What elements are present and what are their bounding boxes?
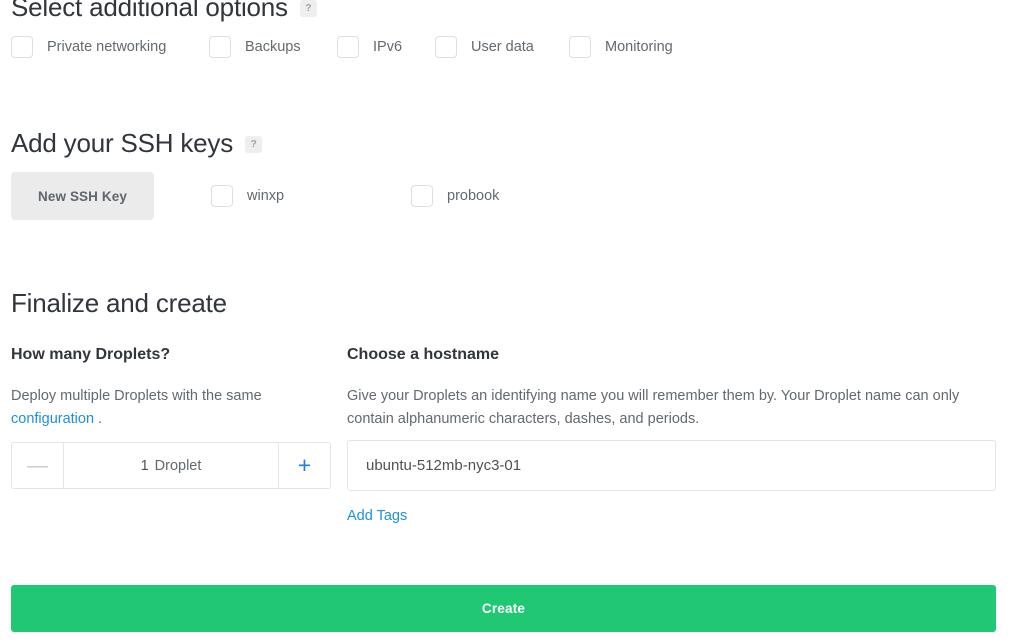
ssh-key-label: probook (447, 188, 499, 204)
help-icon[interactable]: ? (300, 0, 317, 17)
option-monitoring[interactable]: Monitoring (569, 36, 673, 58)
finalize-section-heading: Finalize and create (11, 288, 227, 318)
droplet-count-title: How many Droplets? (11, 345, 331, 365)
hostname-input[interactable] (347, 440, 996, 491)
option-label: Monitoring (605, 39, 673, 55)
option-label: Private networking (47, 39, 166, 55)
new-ssh-key-button[interactable]: New SSH Key (11, 172, 154, 220)
add-tags-link[interactable]: Add Tags (347, 508, 407, 524)
hostname-column: Choose a hostname Give your Droplets an … (347, 345, 997, 431)
options-section-heading: Select additional options ? (11, 0, 317, 22)
checkbox-icon[interactable] (569, 36, 591, 58)
droplet-count-value: 1 (141, 458, 149, 474)
droplet-count-column: How many Droplets? Deploy multiple Dropl… (11, 345, 331, 431)
droplet-create-page: Select additional options ? Private netw… (0, 0, 1010, 643)
option-backups[interactable]: Backups (209, 36, 301, 58)
checkbox-icon[interactable] (435, 36, 457, 58)
checkbox-icon[interactable] (211, 185, 233, 207)
ssh-key-probook[interactable]: probook (411, 185, 499, 207)
checkbox-icon[interactable] (11, 36, 33, 58)
droplet-count-unit: Droplet (155, 458, 202, 474)
droplet-count-display: 1 Droplet (64, 443, 278, 488)
ssh-key-label: winxp (247, 188, 284, 204)
option-label: Backups (245, 39, 301, 55)
option-label: User data (471, 39, 534, 55)
droplet-desc-prefix: Deploy multiple Droplets with the same (11, 388, 262, 404)
checkbox-icon[interactable] (337, 36, 359, 58)
create-button[interactable]: Create (11, 585, 996, 632)
checkbox-icon[interactable] (209, 36, 231, 58)
finalize-heading-text: Finalize and create (11, 288, 227, 318)
option-user-data[interactable]: User data (435, 36, 534, 58)
checkbox-icon[interactable] (411, 185, 433, 207)
ssh-heading-text: Add your SSH keys (11, 128, 233, 158)
ssh-key-winxp[interactable]: winxp (211, 185, 284, 207)
droplet-increment-button[interactable]: + (278, 443, 330, 488)
configuration-link[interactable]: configuration (11, 411, 94, 427)
option-ipv6[interactable]: IPv6 (337, 36, 402, 58)
droplet-decrement-button[interactable]: — (12, 443, 64, 488)
droplet-desc-suffix: . (94, 411, 102, 427)
droplet-count-stepper[interactable]: — 1 Droplet + (11, 442, 331, 489)
option-private-networking[interactable]: Private networking (11, 36, 166, 58)
hostname-title: Choose a hostname (347, 345, 997, 365)
droplet-count-description: Deploy multiple Droplets with the same c… (11, 385, 331, 431)
options-heading-text: Select additional options (11, 0, 288, 22)
hostname-description: Give your Droplets an identifying name y… (347, 385, 997, 431)
help-icon[interactable]: ? (245, 136, 262, 153)
option-label: IPv6 (373, 39, 402, 55)
ssh-section-heading: Add your SSH keys ? (11, 128, 262, 158)
